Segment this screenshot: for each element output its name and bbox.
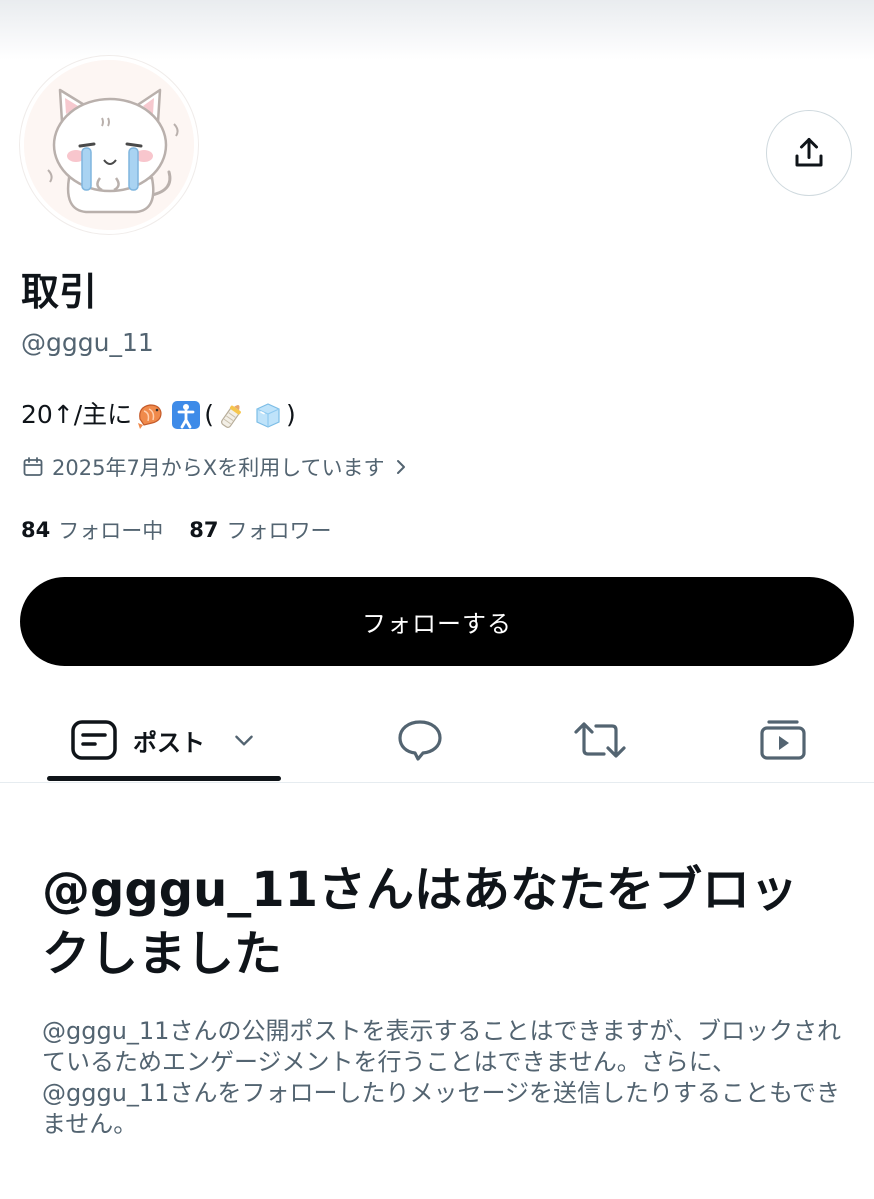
share-button[interactable] — [766, 110, 852, 196]
tab-replies[interactable] — [370, 700, 470, 780]
profile-tabs: ポスト — [0, 700, 874, 783]
header-banner — [0, 0, 874, 60]
calendar-icon — [23, 457, 43, 476]
following-label: フォロー中 — [58, 519, 164, 543]
follow-button[interactable]: フォローする — [20, 577, 854, 666]
media-icon — [760, 720, 806, 760]
bio-text: 20↑/主に — [21, 400, 133, 429]
reply-icon — [398, 720, 442, 761]
shrimp-emoji-icon — [134, 399, 166, 431]
user-handle: @gggu_11 — [21, 328, 154, 357]
blocked-notice-title: @gggu_11さんはあなたをブロックしました — [42, 862, 799, 982]
display-name: 取引 — [21, 270, 98, 314]
bio: 20↑/主に () — [21, 395, 296, 435]
followers-label: フォロワー — [226, 519, 332, 543]
repost-icon — [574, 722, 626, 758]
chevron-right-icon — [396, 460, 405, 474]
share-icon — [795, 138, 823, 167]
following-count: 84 — [21, 518, 51, 542]
tab-media[interactable] — [733, 700, 833, 780]
cat-avatar-image — [24, 60, 194, 230]
follow-stats: 84 フォロー中 87 フォロワー — [21, 514, 331, 546]
person-info-emoji-icon — [170, 399, 202, 431]
posts-icon — [71, 720, 117, 760]
chevron-down-icon[interactable] — [231, 727, 257, 753]
active-tab-indicator — [47, 776, 281, 781]
bio-open-paren: ( — [204, 400, 214, 429]
baby-bottle-emoji-icon — [216, 399, 248, 431]
avatar[interactable] — [20, 56, 198, 234]
following-link[interactable]: 84 フォロー中 — [21, 515, 163, 545]
followers-count: 87 — [189, 518, 219, 542]
followers-link[interactable]: 87 フォロワー — [189, 515, 331, 545]
joined-date[interactable]: 2025年7月からXを利用しています — [21, 452, 409, 482]
blocked-notice-description: @gggu_11さんの公開ポストを表示することはできますが、ブロックされているた… — [42, 1017, 841, 1138]
ice-cube-emoji-icon — [252, 399, 284, 431]
joined-text: 2025年7月からXを利用しています — [52, 456, 385, 480]
tab-reposts[interactable] — [550, 700, 650, 780]
tab-posts[interactable]: ポスト — [47, 700, 281, 780]
tab-posts-label: ポスト — [133, 728, 205, 757]
bio-close-paren: ) — [285, 400, 296, 429]
